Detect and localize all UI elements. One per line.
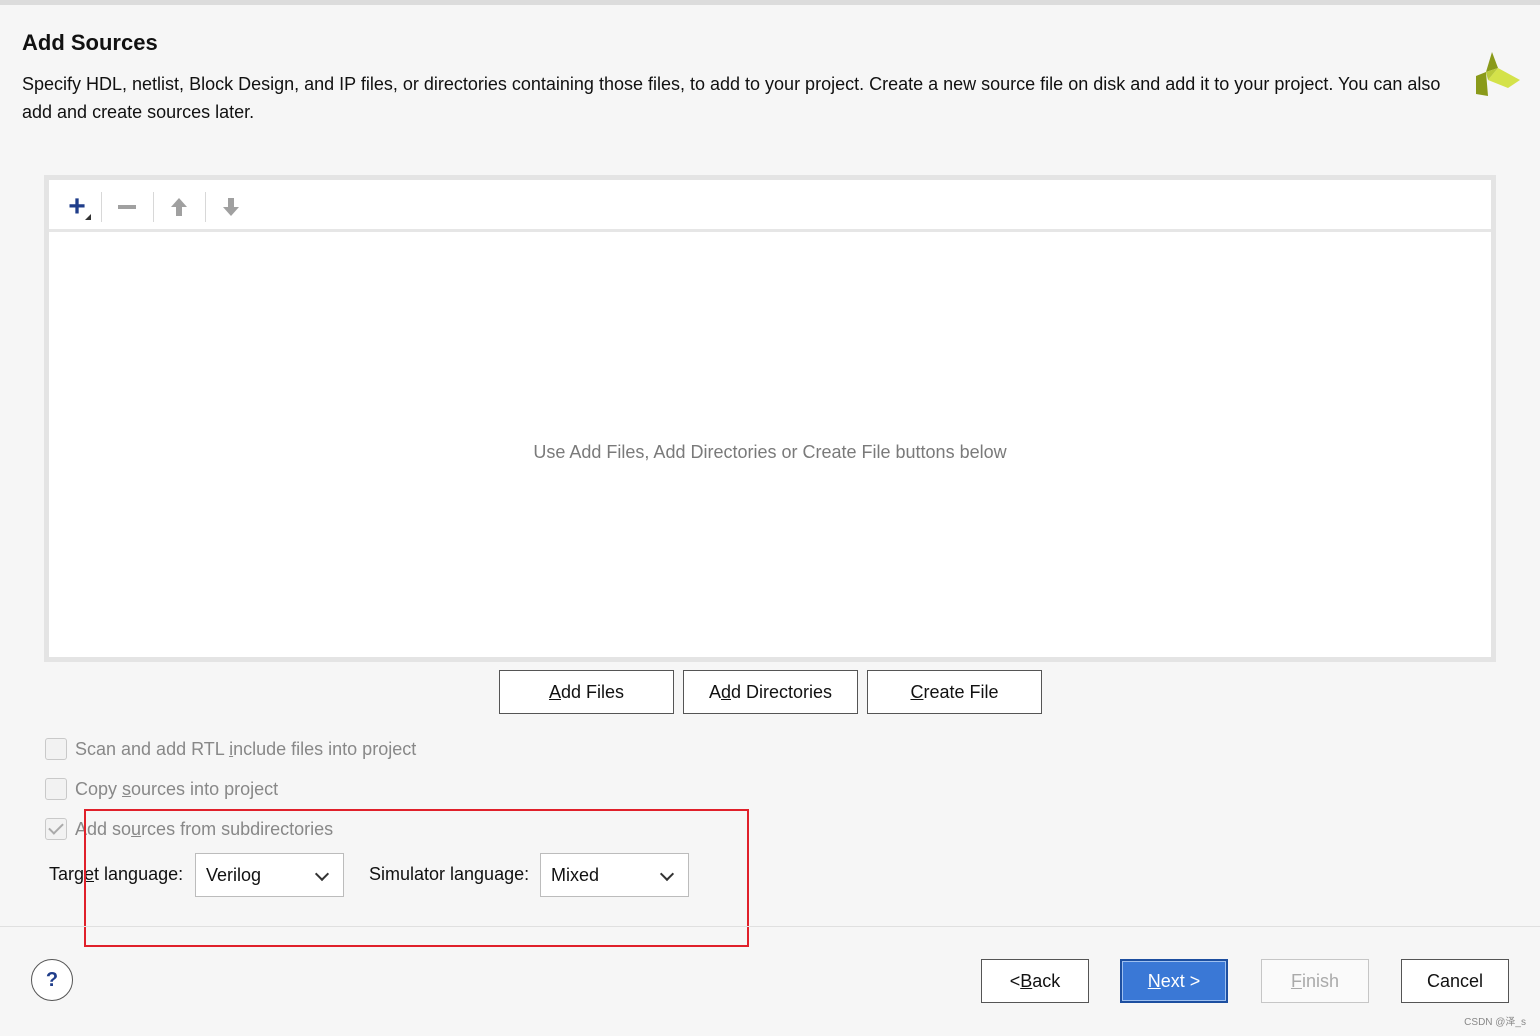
finish-button[interactable]: Finish xyxy=(1261,959,1369,1003)
back-button[interactable]: < Back xyxy=(981,959,1089,1003)
move-down-button[interactable] xyxy=(213,190,249,224)
add-directories-button[interactable]: Add Directories xyxy=(683,670,858,714)
mnemonic-key: B xyxy=(1020,970,1033,991)
sources-panel: + Use Add Files, Add Directories or Crea… xyxy=(44,175,1496,662)
next-button[interactable]: Next > xyxy=(1120,959,1228,1003)
add-subdirs-checkbox[interactable] xyxy=(45,818,67,840)
button-label: d Directories xyxy=(731,681,833,702)
vivado-logo-icon xyxy=(1476,52,1520,96)
mnemonic-key: d xyxy=(720,681,731,702)
create-file-button[interactable]: Create File xyxy=(867,670,1042,714)
help-button[interactable]: ? xyxy=(31,959,73,1001)
toolbar-separator xyxy=(101,192,102,222)
mnemonic-key: F xyxy=(1290,970,1302,991)
button-label: reate File xyxy=(923,681,999,702)
window-top-edge xyxy=(0,0,1540,5)
toolbar-separator xyxy=(205,192,206,222)
button-label: inish xyxy=(1301,970,1340,991)
option-label: Copy sources into project xyxy=(75,778,279,799)
copy-sources-option: Copy sources into project xyxy=(45,778,278,800)
scan-rtl-checkbox[interactable] xyxy=(45,738,67,760)
remove-source-button[interactable] xyxy=(109,190,145,224)
plus-icon: + xyxy=(68,190,86,223)
watermark-text: CSDN @泽_s xyxy=(1464,1017,1526,1028)
minus-icon xyxy=(118,205,136,209)
toolbar-separator xyxy=(153,192,154,222)
mnemonic-key: A xyxy=(548,681,561,702)
add-source-button[interactable]: + xyxy=(59,190,95,224)
mnemonic-key: C xyxy=(910,681,924,702)
move-up-button[interactable] xyxy=(161,190,197,224)
copy-sources-checkbox[interactable] xyxy=(45,778,67,800)
option-label: Scan and add RTL include files into proj… xyxy=(75,738,417,759)
button-label: ack xyxy=(1032,970,1061,991)
scan-rtl-option: Scan and add RTL include files into proj… xyxy=(45,738,416,760)
dialog-description: Specify HDL, netlist, Block Design, and … xyxy=(22,74,1441,122)
button-label: ext > xyxy=(1160,970,1201,991)
dialog-title: Add Sources xyxy=(22,30,158,55)
footer-divider xyxy=(0,926,1540,927)
button-label: dd Files xyxy=(560,681,625,702)
empty-list-message: Use Add Files, Add Directories or Create… xyxy=(533,442,1007,462)
question-icon: ? xyxy=(45,968,59,991)
cancel-button[interactable]: Cancel xyxy=(1401,959,1509,1003)
arrow-down-icon xyxy=(223,198,239,216)
dropdown-corner-icon xyxy=(85,214,91,220)
button-label: < xyxy=(1009,970,1021,991)
arrow-up-icon xyxy=(171,198,187,216)
sources-toolbar: + xyxy=(49,180,1491,232)
mnemonic-key: N xyxy=(1147,970,1161,991)
button-label: A xyxy=(708,681,721,702)
add-files-button[interactable]: Add Files xyxy=(499,670,674,714)
